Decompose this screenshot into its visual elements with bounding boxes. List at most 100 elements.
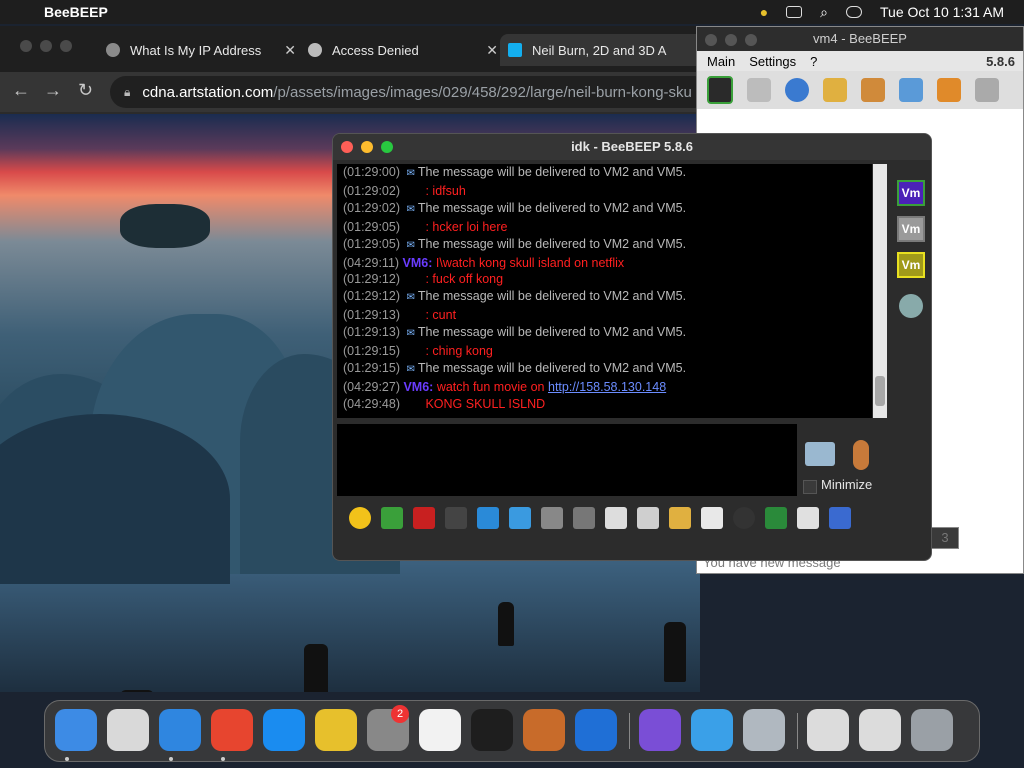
chat-log[interactable]: (01:29:00) ✉ The message will be delivere… bbox=[337, 164, 872, 418]
vm-status-icon[interactable] bbox=[707, 76, 733, 104]
control-center-icon[interactable] bbox=[846, 6, 862, 18]
message-input[interactable] bbox=[337, 424, 797, 496]
message-timestamp: (01:29:02) bbox=[343, 200, 404, 215]
share-folder-icon[interactable] bbox=[669, 507, 691, 529]
detach-icon[interactable] bbox=[829, 507, 851, 529]
envelope-icon: ✉ bbox=[406, 292, 415, 304]
minimize-window-button[interactable] bbox=[40, 40, 52, 52]
menu-help[interactable]: ? bbox=[810, 54, 817, 69]
color-icon[interactable] bbox=[445, 507, 467, 529]
clipboard-icon[interactable] bbox=[797, 507, 819, 529]
vm4-menu-bar: Main Settings ? 5.8.6 bbox=[697, 51, 1023, 71]
edit-profile-icon[interactable] bbox=[747, 78, 771, 102]
settings-gear-icon[interactable] bbox=[509, 507, 531, 529]
chat-scrollbar[interactable] bbox=[873, 164, 887, 418]
spellcheck-icon[interactable] bbox=[541, 507, 563, 529]
emoji-icon[interactable] bbox=[349, 507, 371, 529]
font-icon[interactable] bbox=[413, 507, 435, 529]
filter-icon[interactable] bbox=[477, 507, 499, 529]
weather-icon[interactable] bbox=[691, 709, 733, 751]
active-app-name[interactable]: BeeBEEP bbox=[44, 4, 108, 20]
user-vm-1[interactable]: Vm bbox=[897, 180, 925, 206]
terminal-icon[interactable] bbox=[471, 709, 513, 751]
chrome-icon[interactable] bbox=[211, 709, 253, 751]
artstation-icon bbox=[508, 43, 522, 57]
save-chat-icon[interactable] bbox=[637, 507, 659, 529]
address-bar[interactable]: 🔒︎ cdna.artstation.com/p/assets/images/i… bbox=[110, 76, 700, 108]
close-window-button[interactable] bbox=[341, 141, 353, 153]
beebeep-icon[interactable] bbox=[315, 709, 357, 751]
system-notice: The message will be delivered to VM2 and… bbox=[417, 360, 687, 375]
reload-icon[interactable]: ↻ bbox=[78, 80, 93, 101]
url-text[interactable]: cdna.artstation.com/p/assets/images/imag… bbox=[142, 84, 691, 101]
menu-main[interactable]: Main bbox=[707, 54, 735, 69]
message-icon[interactable] bbox=[823, 78, 847, 102]
vscode-icon[interactable] bbox=[575, 709, 617, 751]
message-timestamp: (01:29:12) bbox=[343, 289, 404, 304]
html-icon[interactable] bbox=[701, 507, 723, 529]
user-vm-2[interactable]: Vm bbox=[897, 216, 925, 242]
forward-arrow-icon[interactable]: → bbox=[44, 80, 62, 101]
close-window-button[interactable] bbox=[20, 40, 32, 52]
minimize-window-button[interactable] bbox=[361, 141, 373, 153]
zoom-window-button[interactable] bbox=[381, 141, 393, 153]
visual-studio-icon[interactable] bbox=[639, 709, 681, 751]
status-area: ● ⌕ Tue Oct 10 1:31 AM bbox=[760, 0, 1004, 24]
back-arrow-icon[interactable]: ← bbox=[12, 80, 30, 101]
lock-icon[interactable]: 🔒︎ bbox=[124, 85, 130, 100]
preview-icon[interactable] bbox=[743, 709, 785, 751]
user-vm-3[interactable]: Vm bbox=[897, 252, 925, 278]
message-link[interactable]: http://158.58.130.148 bbox=[548, 380, 666, 394]
group-users-icon[interactable] bbox=[899, 294, 923, 318]
menu-settings[interactable]: Settings bbox=[749, 54, 796, 69]
message-timestamp: (01:29:00) bbox=[343, 165, 404, 179]
window-thumb-icon[interactable] bbox=[859, 709, 901, 751]
zoom-window-button[interactable] bbox=[745, 34, 757, 46]
tab-access-denied[interactable]: Access Denied ✕ bbox=[300, 34, 504, 66]
dock-separator bbox=[629, 713, 630, 749]
screenshot-icon[interactable] bbox=[733, 507, 755, 529]
zoom-window-button[interactable] bbox=[60, 40, 72, 52]
scroll-thumb[interactable] bbox=[875, 376, 885, 406]
idk-chat-window: idk - BeeBEEP 5.8.6 (01:29:00) ✉ The mess… bbox=[332, 133, 932, 561]
terminal-icon[interactable] bbox=[765, 507, 787, 529]
safari-icon[interactable] bbox=[159, 709, 201, 751]
tab-neil-burn[interactable]: Neil Burn, 2D and 3D A bbox=[500, 34, 700, 66]
garageband-icon[interactable] bbox=[523, 709, 565, 751]
message-timestamp: (01:29:12) bbox=[343, 272, 404, 287]
trash-icon[interactable] bbox=[975, 78, 999, 102]
broadcast-icon[interactable] bbox=[785, 78, 809, 102]
search-icon[interactable]: ⌕ bbox=[820, 4, 828, 21]
sender-name: VM6: bbox=[402, 255, 436, 270]
minimize-window-button[interactable] bbox=[725, 34, 737, 46]
menu-bar-clock[interactable]: Tue Oct 10 1:31 AM bbox=[880, 4, 1004, 20]
write-icon[interactable] bbox=[861, 78, 885, 102]
own-message-text: : cunt bbox=[425, 308, 457, 323]
bookmark-icon[interactable] bbox=[937, 78, 961, 102]
tab-label: Access Denied bbox=[332, 42, 419, 58]
beebeep-status-icon[interactable]: ● bbox=[760, 4, 768, 20]
launchpad-icon[interactable] bbox=[107, 709, 149, 751]
minimize-checkbox[interactable] bbox=[803, 480, 817, 494]
app-store-icon[interactable] bbox=[263, 709, 305, 751]
close-icon[interactable]: ✕ bbox=[486, 42, 498, 59]
close-window-button[interactable] bbox=[705, 34, 717, 46]
tab-what-is-my-ip[interactable]: What Is My IP Address ✕ bbox=[98, 34, 302, 66]
send-message-icon[interactable] bbox=[805, 442, 835, 466]
finder-icon[interactable] bbox=[55, 709, 97, 751]
chat-message: (01:29:02) ✉ The message will be delivere… bbox=[343, 200, 872, 219]
close-icon[interactable]: ✕ bbox=[284, 42, 296, 59]
music-icon[interactable] bbox=[605, 507, 627, 529]
window-thumb-icon[interactable] bbox=[807, 709, 849, 751]
message-timestamp: (01:29:05) bbox=[343, 219, 404, 234]
trash-icon[interactable] bbox=[911, 709, 953, 751]
textedit-icon[interactable] bbox=[419, 709, 461, 751]
chat-message: (01:29:15) ✉ The message will be delivere… bbox=[343, 360, 872, 379]
network-icon[interactable] bbox=[899, 78, 923, 102]
send-file-icon[interactable] bbox=[381, 507, 403, 529]
system-notice: The message will be delivered to VM2 and… bbox=[417, 200, 687, 215]
own-message-text: : idfsuh bbox=[425, 183, 466, 198]
screen-mirroring-icon[interactable] bbox=[786, 6, 803, 18]
dictionary-icon[interactable] bbox=[573, 507, 595, 529]
microphone-icon[interactable] bbox=[853, 440, 869, 470]
